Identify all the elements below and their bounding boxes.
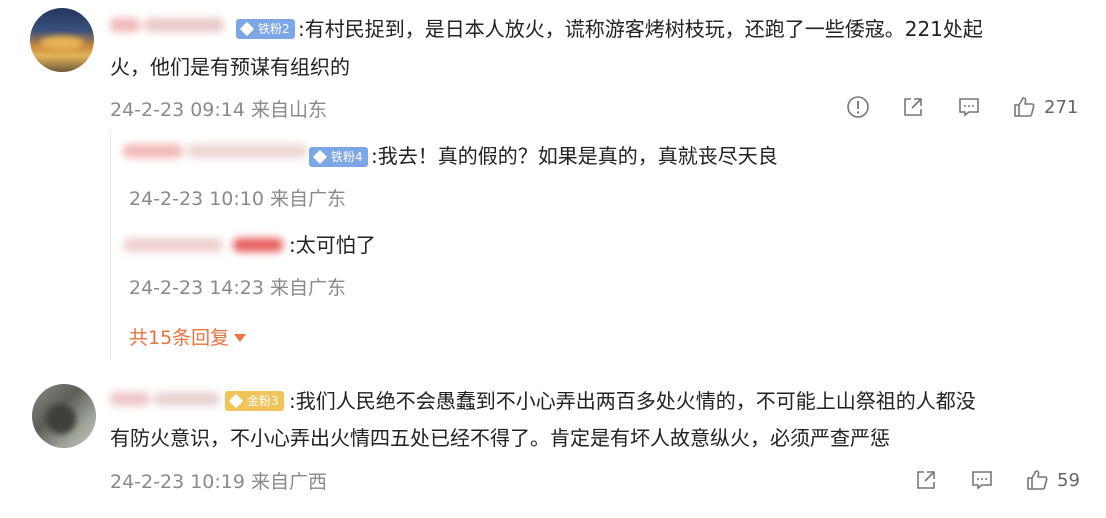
fan-badge-label: 金粉3 xyxy=(247,394,279,408)
like-button[interactable]: 271 xyxy=(1012,95,1078,119)
diamond-icon xyxy=(228,393,244,409)
report-icon xyxy=(847,96,869,118)
comment-timestamp-location: 24-2-23 10:19 来自广西 xyxy=(110,471,327,493)
diamond-icon xyxy=(239,21,255,37)
username-blurred[interactable] xyxy=(110,388,222,412)
reply-thread: 铁粉4 :我去！真的假的？如果是真的，真就丧尽天良 24-2-23 10:10 … xyxy=(110,130,1090,360)
comment-button[interactable] xyxy=(970,468,994,492)
more-replies-link[interactable]: 共15条回复 xyxy=(129,323,247,350)
comment-icon xyxy=(959,98,979,117)
like-count: 271 xyxy=(1044,96,1079,118)
avatar[interactable] xyxy=(32,384,96,448)
comment-text-continued: 有防火意识，不小心弄出火情四五处已经不得了。肯定是有坏人故意纵火，必须严查严惩 xyxy=(110,426,890,450)
like-icon xyxy=(1014,97,1035,117)
reply-timestamp-location: 24-2-23 10:10 来自广东 xyxy=(129,188,346,210)
share-button[interactable] xyxy=(914,468,938,492)
comment-text: :我们人民绝不会愚蠢到不小心弄出两百多处火情的，不可能上山祭祖的人都没 xyxy=(289,389,976,413)
avatar[interactable] xyxy=(30,8,94,72)
comment-button[interactable] xyxy=(957,95,981,119)
reply-text: :我去！真的假的？如果是真的，真就丧尽天良 xyxy=(371,144,778,168)
like-icon xyxy=(1027,470,1048,490)
comment-text-continued: 火，他们是有预谋有组织的 xyxy=(110,55,350,79)
fan-badge[interactable]: 铁粉2 xyxy=(236,19,295,39)
reply-timestamp-location: 24-2-23 14:23 来自广东 xyxy=(129,277,346,299)
username-blurred[interactable] xyxy=(110,14,228,38)
share-icon xyxy=(917,471,935,489)
comment-timestamp-location: 24-2-23 09:14 来自山东 xyxy=(110,99,327,121)
report-button[interactable] xyxy=(846,95,870,119)
comment-text: :有村民捉到，是日本人放火，谎称游客烤树枝玩，还跑了一些倭寇。221处起 xyxy=(298,17,983,41)
comment-icon xyxy=(972,471,992,490)
like-button[interactable]: 59 xyxy=(1025,468,1080,492)
reply-username-blurred[interactable] xyxy=(123,234,283,258)
reply-text: :太可怕了 xyxy=(289,233,376,257)
fan-badge-label: 铁粉2 xyxy=(258,22,290,36)
share-button[interactable] xyxy=(901,95,925,119)
more-replies-label: 共15条回复 xyxy=(129,327,230,349)
fan-badge-label: 铁粉4 xyxy=(331,150,363,164)
diamond-icon xyxy=(312,149,328,165)
fan-badge[interactable]: 铁粉4 xyxy=(309,147,368,167)
reply-username-blurred[interactable] xyxy=(123,140,313,164)
fan-badge[interactable]: 金粉3 xyxy=(225,391,284,411)
caret-down-icon xyxy=(234,334,247,342)
share-icon xyxy=(904,98,922,116)
like-count: 59 xyxy=(1057,469,1080,491)
